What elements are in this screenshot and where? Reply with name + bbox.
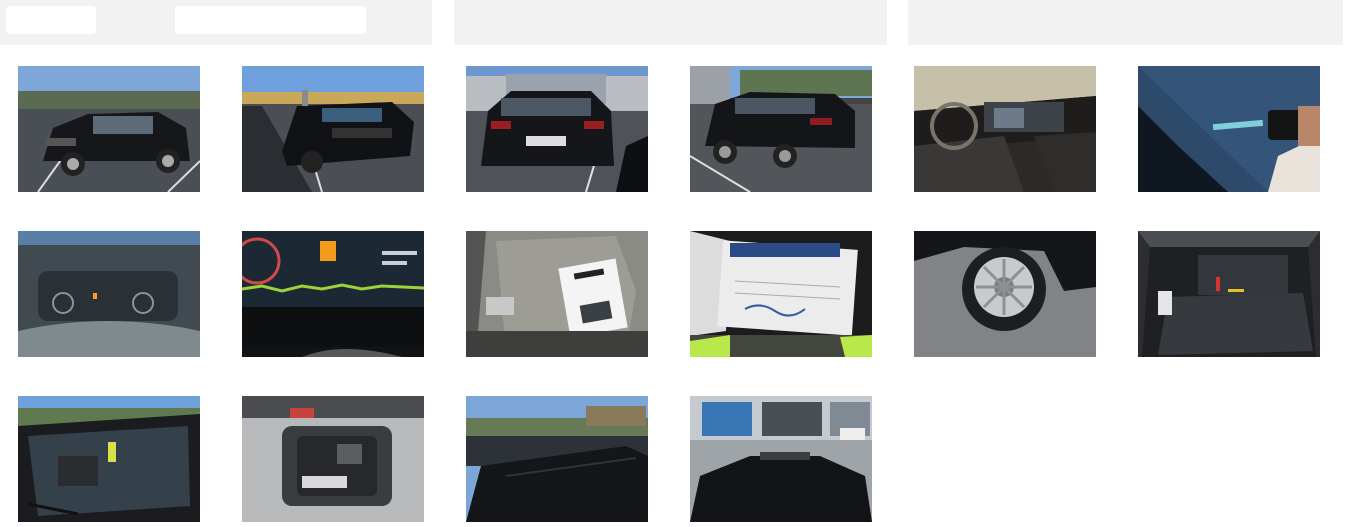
photo-thumbnail-1[interactable] [18,66,200,192]
instrument-cluster-photo [18,231,200,357]
photo-gallery [18,66,1320,522]
photo-thumbnail-8[interactable] [242,231,424,357]
spare-wheel-well-photo [242,396,424,522]
photo-thumbnail-15[interactable] [466,396,648,522]
photo-thumbnail-2[interactable] [242,66,424,192]
keys-and-manual-photo [466,231,648,357]
windshield-interior-photo [18,396,200,522]
car-front-exterior-photo [18,66,200,192]
photo-thumbnail-12[interactable] [1138,231,1320,357]
photo-thumbnail-14[interactable] [242,396,424,522]
header-field-short[interactable] [6,6,96,34]
dashboard-interior-photo [914,66,1096,192]
header-panel-left [0,0,432,45]
photo-thumbnail-6[interactable] [1138,66,1320,192]
photo-thumbnail-11[interactable] [914,231,1096,357]
roof-exterior-photo [466,396,648,522]
roof-rear-exterior-photo [690,396,872,522]
photo-thumbnail-5[interactable] [914,66,1096,192]
header-panel-right [908,0,1343,45]
photo-thumbnail-3[interactable] [466,66,648,192]
wheel-rim-photo [914,231,1096,357]
photo-thumbnail-16[interactable] [690,396,872,522]
photo-thumbnail-9[interactable] [466,231,648,357]
car-paint-detail-photo [1138,66,1320,192]
photo-thumbnail-4[interactable] [690,66,872,192]
photo-thumbnail-13[interactable] [18,396,200,522]
trunk-interior-photo [1138,231,1320,357]
listing-photo-page [0,0,1345,527]
car-rear-side-exterior-photo [690,66,872,192]
photo-thumbnail-10[interactable] [690,231,872,357]
header-panel-middle [454,0,887,45]
photo-thumbnail-7[interactable] [18,231,200,357]
car-front-exterior-photo [242,66,424,192]
instrument-display-photo [242,231,424,357]
service-book-photo [690,231,872,357]
header-field-wide[interactable] [175,6,366,34]
car-rear-exterior-photo [466,66,648,192]
